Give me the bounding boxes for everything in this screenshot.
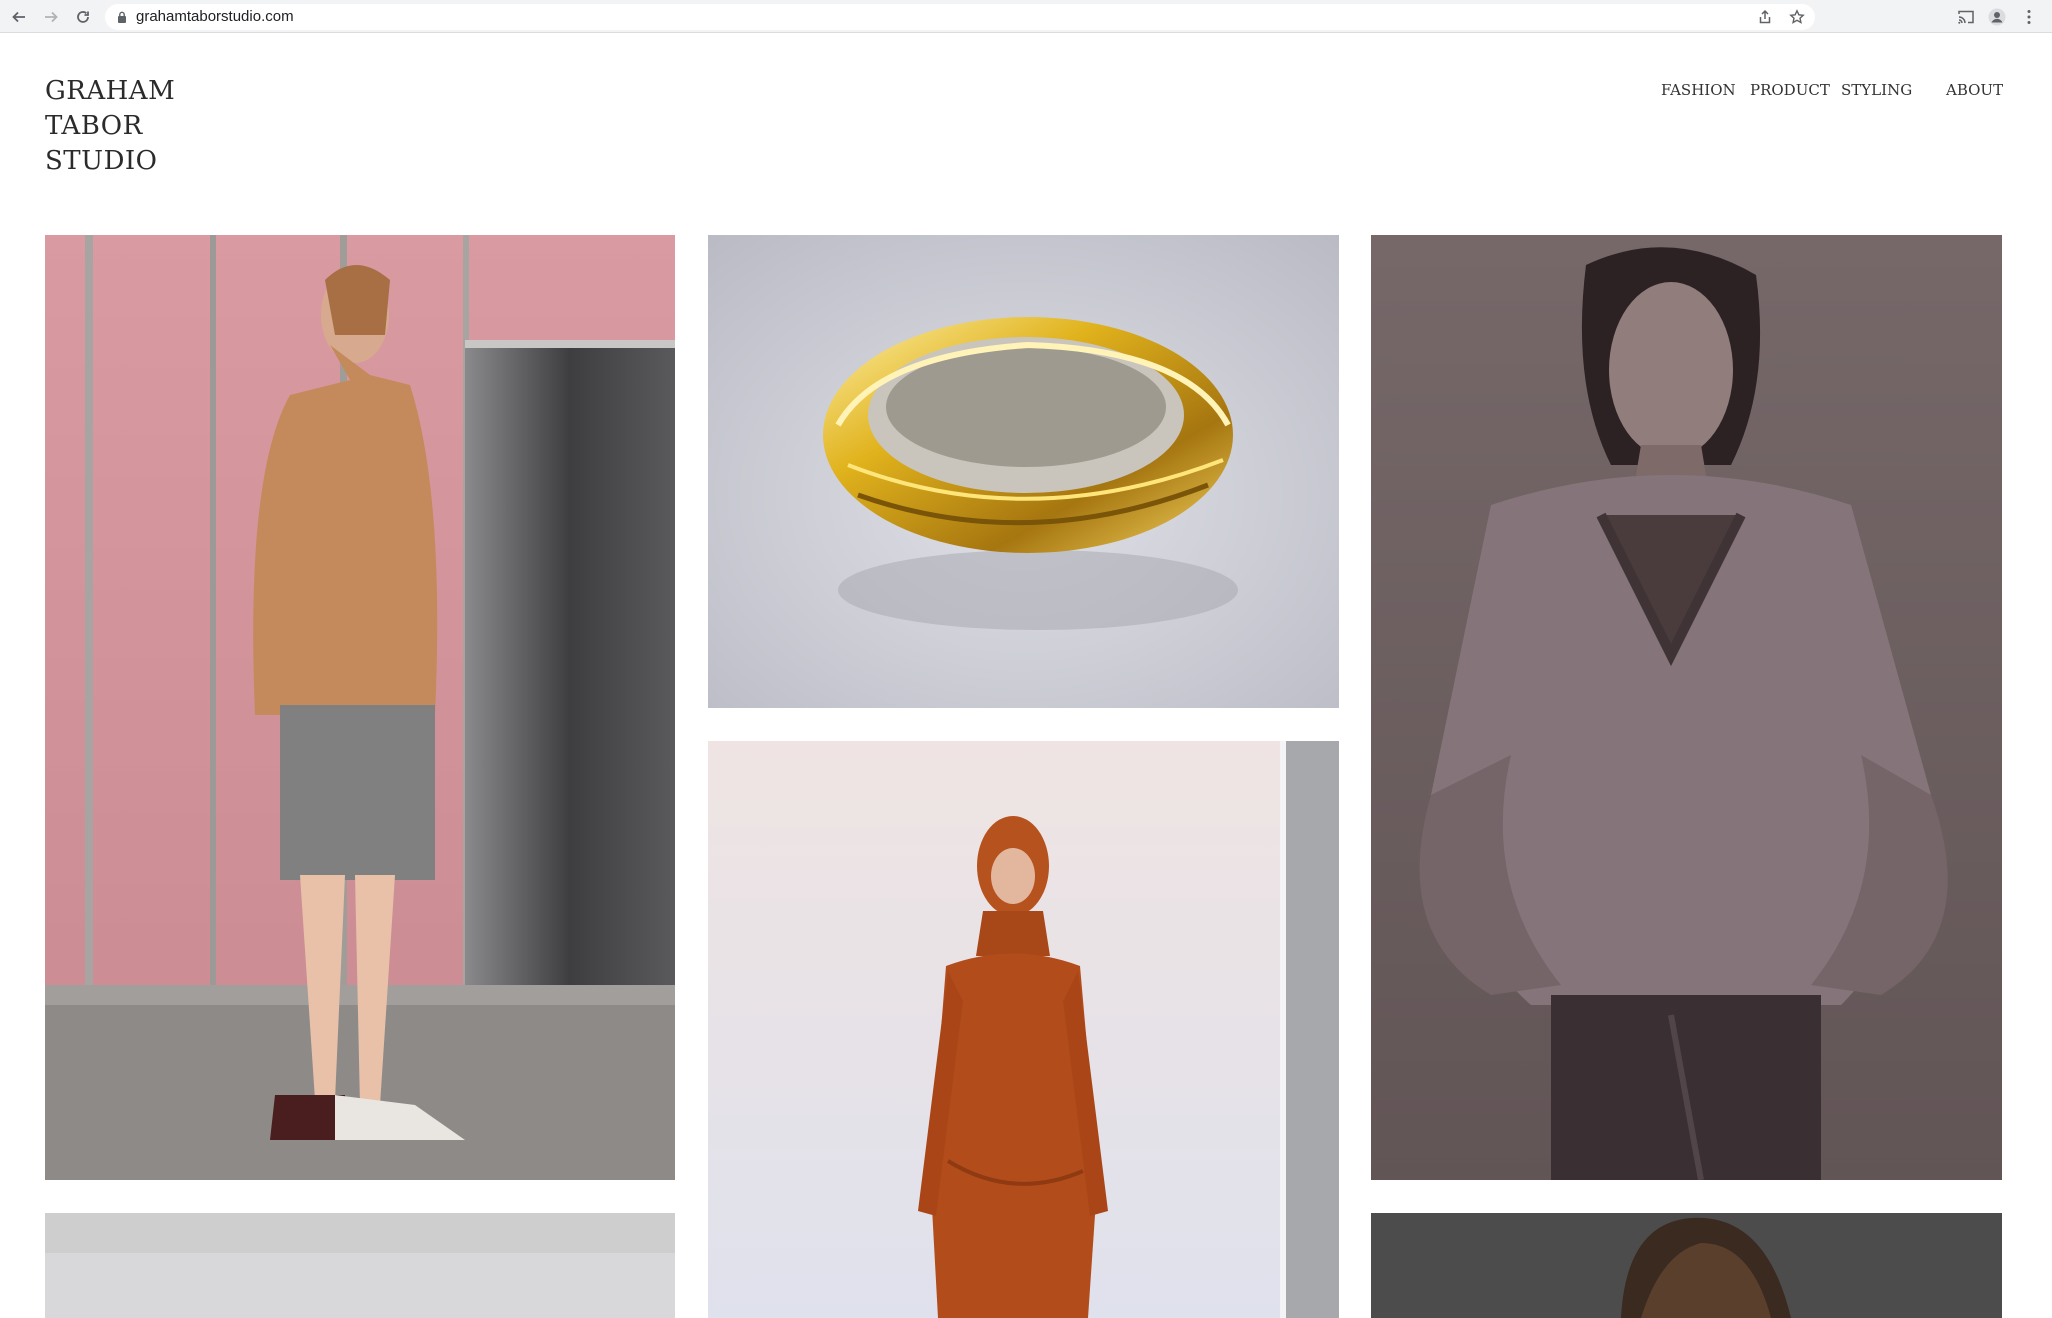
share-icon[interactable] <box>1757 9 1773 25</box>
gallery-image-product-gold-cuff[interactable] <box>708 235 1339 708</box>
gallery-image-fashion-tan-sweater[interactable] <box>45 235 675 1180</box>
logo-line: TABOR <box>45 111 143 141</box>
gallery-image-partial[interactable] <box>45 1213 675 1318</box>
reload-icon[interactable] <box>73 7 93 27</box>
gallery-image-partial[interactable] <box>1371 1213 2002 1318</box>
forward-icon[interactable] <box>41 7 61 27</box>
gallery-image-styling-knit-portrait[interactable] <box>1371 235 2002 1180</box>
nav-product[interactable]: PRODUCT <box>1750 81 1830 99</box>
logo-line: GRAHAM <box>45 76 176 106</box>
lock-icon <box>118 11 126 23</box>
browser-toolbar: grahamtaborstudio.com <box>0 0 2052 33</box>
logo-line: STUDIO <box>45 146 158 176</box>
gallery-image-fashion-orange-knit[interactable] <box>708 741 1339 1318</box>
nav-styling[interactable]: STYLING <box>1841 81 1912 99</box>
address-bar[interactable]: grahamtaborstudio.com <box>105 4 1815 30</box>
star-icon[interactable] <box>1789 9 1805 25</box>
profile-icon[interactable] <box>1988 8 2006 26</box>
url-text: grahamtaborstudio.com <box>136 8 294 25</box>
cast-icon[interactable] <box>1957 8 1975 26</box>
back-icon[interactable] <box>9 7 29 27</box>
menu-icon[interactable] <box>2020 8 2038 26</box>
nav-fashion[interactable]: FASHION <box>1661 81 1736 99</box>
nav-about[interactable]: ABOUT <box>1946 81 2003 99</box>
site-logo[interactable]: GRAHAM TABOR STUDIO <box>45 74 175 179</box>
